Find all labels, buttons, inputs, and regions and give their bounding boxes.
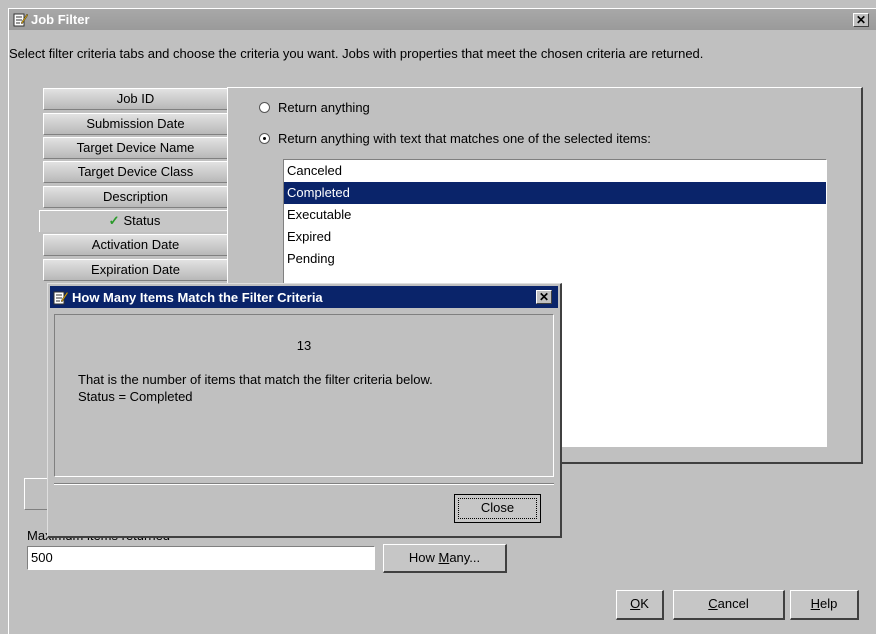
help-button[interactable]: Help	[790, 590, 859, 620]
tab-job-id[interactable]: Job ID	[43, 88, 227, 110]
match-count: 13	[296, 338, 312, 353]
dialog-title-bar[interactable]: How Many Items Match the Filter Criteria…	[50, 286, 558, 308]
mnemonic: H	[810, 596, 821, 611]
max-items-input[interactable]: 500	[27, 546, 375, 570]
window-close-button[interactable]: ✕	[853, 13, 869, 27]
tab-target-device-class[interactable]: Target Device Class	[43, 161, 227, 183]
radio-return-matching[interactable]: Return anything with text that matches o…	[259, 131, 651, 146]
ok-button[interactable]: OK	[616, 590, 664, 620]
list-item-selected[interactable]: Completed	[284, 182, 826, 204]
instructions-text: Select filter criteria tabs and choose t…	[9, 46, 704, 61]
job-filter-window: Job Filter ✕ Select filter criteria tabs…	[8, 8, 876, 634]
tab-activation-date[interactable]: Activation Date	[43, 234, 227, 256]
button-label: any...	[449, 550, 481, 565]
notepad-pencil-icon	[13, 13, 28, 27]
tab-label: Status	[123, 213, 161, 228]
mnemonic: C	[708, 596, 718, 611]
button-label: Close	[480, 500, 515, 515]
dialog-title: How Many Items Match the Filter Criteria	[72, 290, 323, 305]
title-bar[interactable]: Job Filter ✕	[9, 9, 876, 30]
tab-expiration-date[interactable]: Expiration Date	[43, 259, 227, 281]
mnemonic: O	[630, 596, 641, 611]
dialog-close-x-button[interactable]: ✕	[536, 290, 552, 304]
mnemonic: M	[438, 550, 450, 565]
check-icon: ✓	[108, 213, 120, 228]
message-line: That is the number of items that match t…	[78, 372, 433, 387]
dialog-separator	[54, 483, 554, 485]
button-label: How	[408, 550, 439, 565]
tab-label: Job ID	[116, 91, 155, 106]
list-item[interactable]: Pending	[284, 248, 826, 270]
how-many-dialog: How Many Items Match the Filter Criteria…	[47, 283, 562, 538]
cancel-button[interactable]: Cancel	[673, 590, 785, 620]
radio-return-anything[interactable]: Return anything	[259, 100, 370, 115]
dialog-message: That is the number of items that match t…	[78, 371, 433, 405]
list-item[interactable]: Expired	[284, 226, 826, 248]
tab-target-device-name[interactable]: Target Device Name	[43, 137, 227, 159]
radio-label: Return anything	[278, 100, 370, 115]
how-many-button[interactable]: How Many...	[383, 544, 507, 573]
tab-label: Expiration Date	[91, 262, 180, 277]
list-item[interactable]: Executable	[284, 204, 826, 226]
criteria-line: Status = Completed	[78, 389, 193, 404]
tab-description[interactable]: Description	[43, 186, 227, 208]
dialog-close-button[interactable]: Close	[454, 494, 541, 523]
radio-off-icon	[259, 102, 270, 113]
list-item[interactable]: Canceled	[284, 160, 826, 182]
button-label: ancel	[717, 596, 749, 611]
tab-label: Submission Date	[86, 116, 185, 131]
tab-label: Target Device Name	[76, 140, 195, 155]
tab-status[interactable]: ✓ Status	[39, 210, 229, 232]
tab-submission-date[interactable]: Submission Date	[43, 113, 227, 135]
window-title: Job Filter	[31, 12, 90, 27]
dialog-content: 13 That is the number of items that matc…	[54, 314, 554, 477]
radio-on-icon	[259, 133, 270, 144]
tab-label: Activation Date	[91, 237, 180, 252]
button-label: K	[640, 596, 649, 611]
tab-label: Target Device Class	[77, 164, 194, 179]
tab-label: Description	[102, 189, 169, 204]
radio-label: Return anything with text that matches o…	[278, 131, 651, 146]
button-label: elp	[820, 596, 838, 611]
notepad-pencil-icon	[53, 291, 68, 305]
